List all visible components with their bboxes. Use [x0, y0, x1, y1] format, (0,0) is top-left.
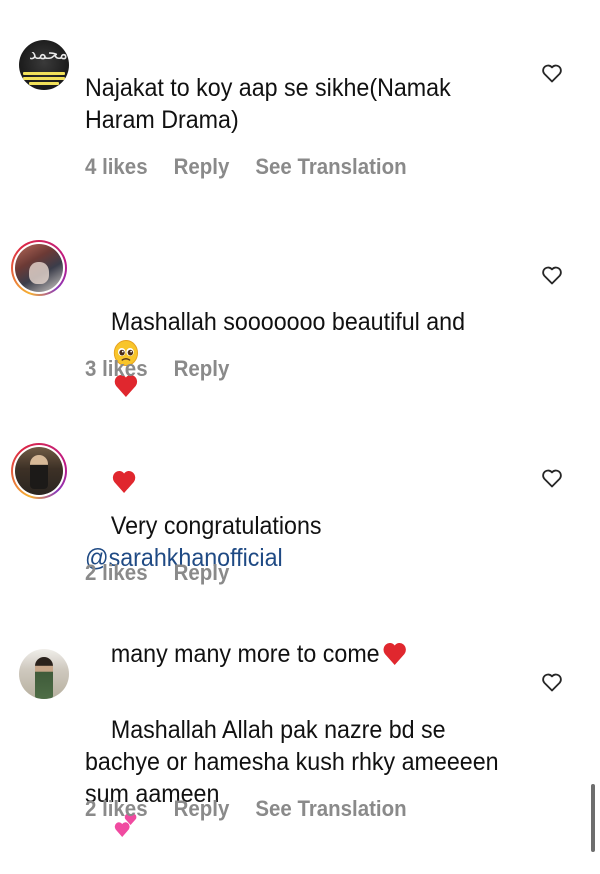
reply-button[interactable]: Reply	[174, 154, 230, 180]
avatar-image	[19, 649, 69, 699]
red-heart-emoji	[381, 639, 407, 667]
scrollbar[interactable]	[591, 784, 595, 852]
avatar-image: محمد	[19, 40, 69, 90]
likes-count[interactable]: 2 likes	[85, 796, 148, 822]
heart-outline-icon[interactable]	[540, 670, 564, 694]
comment-meta: 2 likes Reply See Translation	[85, 796, 433, 822]
reply-button[interactable]: Reply	[174, 560, 230, 586]
likes-count[interactable]: 2 likes	[85, 560, 148, 586]
heart-outline-icon[interactable]	[540, 61, 564, 85]
comment-meta: 3 likes Reply	[85, 356, 255, 382]
heart-outline-icon[interactable]	[540, 263, 564, 287]
see-translation-link[interactable]: See Translation	[255, 796, 406, 822]
comment-text: Najakat to koy aap se sikhe(Namak Haram …	[85, 74, 458, 134]
heart-outline-icon[interactable]	[540, 466, 564, 490]
likes-count[interactable]: 3 likes	[85, 356, 148, 382]
likes-count[interactable]: 4 likes	[85, 154, 148, 180]
reply-button[interactable]: Reply	[174, 356, 230, 382]
avatar[interactable]	[11, 443, 67, 499]
avatar-image	[15, 244, 63, 292]
avatar[interactable]: محمد	[18, 39, 70, 91]
reply-button[interactable]: Reply	[174, 796, 230, 822]
comment-text: Mashallah Allah pak nazre bd se bachye o…	[85, 682, 504, 874]
comment-meta: 4 likes Reply See Translation	[85, 154, 433, 180]
avatar-image	[15, 447, 63, 495]
see-translation-link[interactable]: See Translation	[255, 154, 406, 180]
comment-meta: 2 likes Reply	[85, 560, 255, 586]
comment-text: Very congratulations @sarahkhanofficial …	[85, 478, 494, 702]
avatar[interactable]	[18, 648, 70, 700]
avatar[interactable]	[11, 240, 67, 296]
